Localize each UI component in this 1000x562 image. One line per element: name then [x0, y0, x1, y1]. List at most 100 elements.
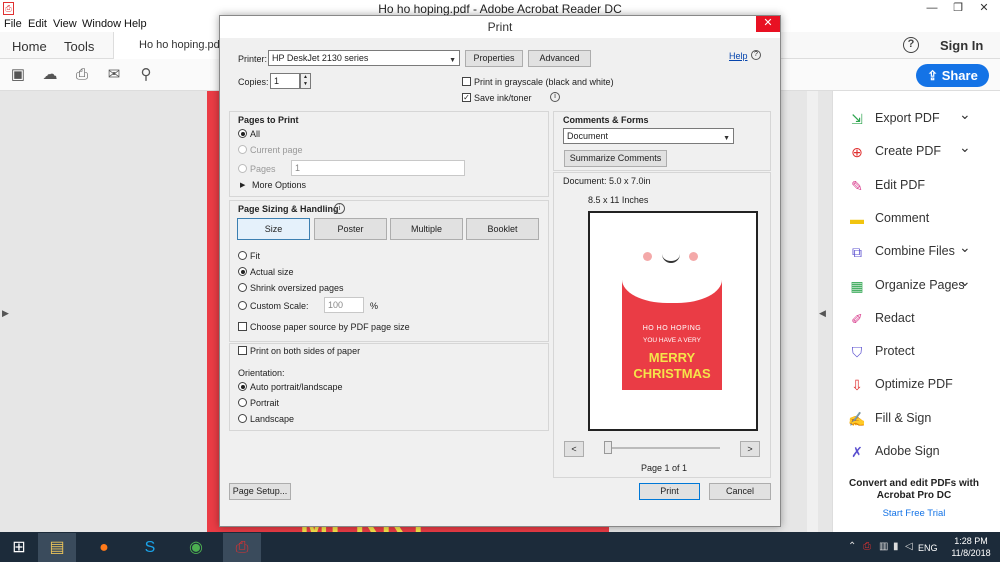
- network-icon[interactable]: ▥: [879, 541, 888, 552]
- sign-in-link[interactable]: Sign In: [940, 38, 983, 53]
- current-page-radio[interactable]: [238, 145, 247, 154]
- chevron-down-icon[interactable]: ⌄: [959, 273, 971, 290]
- printer-select[interactable]: HP DeskJet 2130 series ▼: [268, 50, 460, 66]
- cancel-button[interactable]: Cancel: [709, 483, 771, 500]
- windows-start-icon[interactable]: ⊞: [0, 533, 38, 562]
- more-options-link[interactable]: More Options: [252, 180, 306, 190]
- sizing-info-icon[interactable]: i: [334, 203, 345, 214]
- volume-icon[interactable]: ◁: [905, 541, 913, 552]
- print-icon[interactable]: ⎙: [73, 66, 91, 84]
- battery-icon[interactable]: ▮: [893, 541, 899, 552]
- tool-comment[interactable]: ▬ Comment: [848, 208, 993, 230]
- chevron-down-icon[interactable]: ⌄: [959, 139, 971, 156]
- chevron-down-icon[interactable]: ⌄: [959, 239, 971, 256]
- tray-up-icon[interactable]: ⌃: [848, 541, 856, 552]
- copies-label: Copies:: [238, 77, 269, 87]
- both-sides-checkbox[interactable]: [238, 346, 247, 355]
- print-button[interactable]: Print: [639, 483, 700, 500]
- language-indicator[interactable]: ENG: [918, 543, 938, 553]
- fit-radio[interactable]: [238, 251, 247, 260]
- menu-window[interactable]: Window: [82, 18, 121, 30]
- more-options-arrow-icon[interactable]: ▶: [240, 181, 245, 189]
- menu-view[interactable]: View: [53, 18, 77, 30]
- pages-radio[interactable]: [238, 164, 247, 173]
- minimize-button[interactable]: —: [918, 0, 946, 17]
- tab-tools[interactable]: Tools: [64, 39, 94, 54]
- taskbar-clock[interactable]: 1:28 PM 11/8/2018: [944, 535, 998, 559]
- booklet-button[interactable]: Booklet: [466, 218, 539, 240]
- page-setup-button[interactable]: Page Setup...: [229, 483, 291, 500]
- tool-edit-pdf[interactable]: ✎ Edit PDF: [848, 175, 993, 197]
- chrome-icon[interactable]: ◉: [177, 533, 215, 562]
- page-slider-thumb[interactable]: [604, 441, 612, 454]
- actual-size-radio[interactable]: [238, 267, 247, 276]
- tool-export-pdf[interactable]: ⇲ Export PDF ⌄: [848, 106, 993, 130]
- tool-redact[interactable]: ✐ Redact: [848, 308, 993, 330]
- share-button[interactable]: ⇪ Share: [916, 64, 989, 87]
- close-icon[interactable]: ✕: [756, 16, 780, 32]
- restore-button[interactable]: ❐: [944, 0, 972, 17]
- tool-optimize-pdf[interactable]: ⇩ Optimize PDF: [848, 374, 993, 396]
- save-icon[interactable]: ▣: [9, 66, 27, 84]
- acrobat-taskbar-icon[interactable]: ⎙: [223, 533, 261, 562]
- tool-fill-sign[interactable]: ✍ Fill & Sign: [848, 408, 993, 430]
- grayscale-checkbox[interactable]: [462, 77, 471, 86]
- left-pane-toggle-icon[interactable]: ▶: [2, 308, 9, 319]
- multiple-button[interactable]: Multiple: [390, 218, 463, 240]
- tool-label: Comment: [875, 210, 930, 225]
- firefox-icon[interactable]: ●: [85, 533, 123, 562]
- upload-cloud-icon[interactable]: ☁: [41, 66, 59, 84]
- tool-organize-pages[interactable]: ▦ Organize Pages ⌄: [848, 273, 993, 297]
- copies-stepper[interactable]: ▲ ▼: [300, 73, 311, 89]
- landscape-radio[interactable]: [238, 414, 247, 423]
- right-pane-toggle-icon[interactable]: ◀: [819, 308, 826, 319]
- copies-input[interactable]: 1: [270, 73, 300, 89]
- next-page-button[interactable]: >: [740, 441, 760, 457]
- portrait-radio[interactable]: [238, 398, 247, 407]
- save-ink-checkbox[interactable]: ✓: [462, 93, 471, 102]
- vertical-scrollbar[interactable]: [807, 91, 818, 532]
- summarize-comments-button[interactable]: Summarize Comments: [564, 150, 667, 167]
- custom-scale-input[interactable]: 100: [324, 297, 364, 313]
- all-pages-radio[interactable]: [238, 129, 247, 138]
- actual-size-label: Actual size: [250, 267, 294, 277]
- menu-edit[interactable]: Edit: [28, 18, 47, 30]
- tab-document-label: Ho ho hoping.pdf: [139, 39, 223, 51]
- help-link[interactable]: Help: [729, 51, 748, 61]
- tray-acrobat-icon[interactable]: ⎙: [863, 541, 871, 552]
- prev-page-button[interactable]: <: [564, 441, 584, 457]
- comments-forms-value: Document: [567, 131, 609, 141]
- pages-range-input[interactable]: 1: [291, 160, 465, 176]
- tool-combine-files[interactable]: ⧉ Combine Files ⌄: [848, 239, 993, 263]
- chevron-down-icon[interactable]: ⌄: [959, 106, 971, 123]
- comments-forms-select[interactable]: Document ▼: [563, 128, 734, 144]
- tab-home[interactable]: Home: [12, 39, 47, 54]
- tool-protect[interactable]: ⛉ Protect: [848, 341, 993, 363]
- help-icon[interactable]: ?: [903, 37, 919, 53]
- page-slider-track[interactable]: [604, 447, 720, 449]
- search-icon[interactable]: ⚲: [137, 66, 155, 84]
- tool-label: Export PDF: [875, 111, 940, 125]
- auto-orientation-radio[interactable]: [238, 382, 247, 391]
- tool-adobe-sign[interactable]: ✗ Adobe Sign: [848, 441, 993, 463]
- menu-file[interactable]: File: [4, 18, 22, 30]
- email-icon[interactable]: ✉: [105, 66, 123, 84]
- tool-label: Combine Files: [875, 244, 955, 259]
- custom-scale-radio[interactable]: [238, 301, 247, 310]
- properties-button[interactable]: Properties: [465, 50, 523, 67]
- tab-document[interactable]: Ho ho hoping.pdf: [113, 32, 223, 59]
- help-info-icon[interactable]: ?: [751, 50, 761, 60]
- menu-help[interactable]: Help: [124, 18, 147, 30]
- size-button[interactable]: Size: [237, 218, 310, 240]
- advanced-button[interactable]: Advanced: [528, 50, 591, 67]
- tool-create-pdf[interactable]: ⊕ Create PDF ⌄: [848, 139, 993, 163]
- paper-source-checkbox[interactable]: [238, 322, 247, 331]
- start-free-trial-link[interactable]: Start Free Trial: [840, 508, 988, 519]
- file-explorer-icon[interactable]: ▤: [38, 533, 76, 562]
- save-ink-info-icon[interactable]: i: [550, 92, 560, 102]
- poster-button[interactable]: Poster: [314, 218, 387, 240]
- shrink-radio[interactable]: [238, 283, 247, 292]
- window-close-button[interactable]: ✕: [970, 0, 998, 17]
- skype-icon[interactable]: S: [131, 533, 169, 562]
- tool-label: Edit PDF: [875, 177, 926, 192]
